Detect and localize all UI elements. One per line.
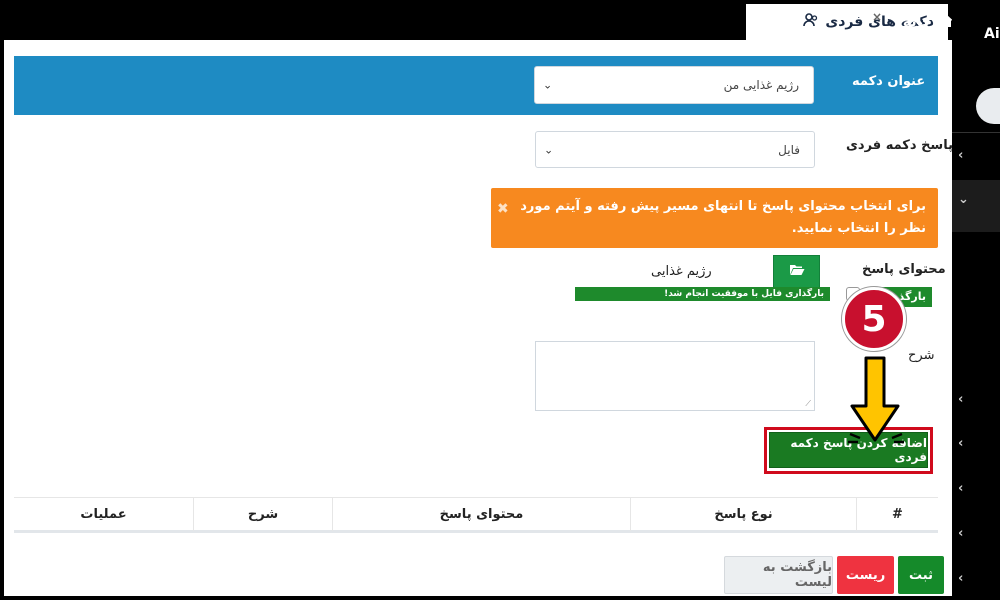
- chevron-left-icon[interactable]: ‹: [958, 392, 963, 407]
- chevron-down-icon: ⌄: [543, 78, 553, 92]
- table-header-description: شرح: [193, 498, 332, 531]
- chevron-left-icon[interactable]: ‹: [958, 526, 963, 541]
- table-header-actions: عملیات: [80, 507, 127, 522]
- down-arrow-icon: [848, 356, 904, 444]
- chevron-left-icon[interactable]: ‹: [958, 436, 963, 451]
- users-icon: [803, 13, 819, 31]
- alert-text: برای انتخاب محتوای پاسخ تا انتهای مسیر پ…: [520, 199, 926, 236]
- response-type-select[interactable]: فایل ⌄: [535, 131, 815, 168]
- table-header-content: محتوای پاسخ: [332, 498, 630, 531]
- title-select[interactable]: رژیم غذایی من ⌄: [534, 66, 814, 104]
- response-type-label: پاسخ دکمه فردی: [846, 138, 953, 153]
- save-button[interactable]: ثبت: [898, 556, 944, 594]
- content-label: محتوای پاسخ: [862, 262, 946, 277]
- sidebar-divider: [952, 132, 1000, 133]
- browse-folder-button[interactable]: [773, 255, 820, 288]
- reset-button[interactable]: ریست: [837, 556, 894, 594]
- tab-home[interactable]: خانه: [892, 4, 954, 40]
- tab-bar: دکمه های فردی × خانه: [0, 0, 1000, 40]
- table-header-index: #: [856, 498, 938, 531]
- response-type-value: فایل: [778, 142, 800, 157]
- upload-badge-text: بارگذ: [898, 290, 926, 303]
- upload-success-text: بارگذاری فایل با موفقیت انجام شد!: [664, 289, 824, 299]
- selected-file-name: رژیم غذایی: [651, 264, 712, 279]
- resize-grip-icon[interactable]: ⟋: [805, 399, 811, 409]
- alert-warning: برای انتخاب محتوای پاسخ تا انتهای مسیر پ…: [491, 188, 938, 248]
- chevron-left-icon[interactable]: ‹: [958, 148, 963, 163]
- chevron-down-icon[interactable]: ⌄: [958, 192, 969, 207]
- title-label: عنوان دکمه: [852, 74, 926, 89]
- responses-table: # نوع پاسخ محتوای پاسخ شرح عملیات: [14, 497, 938, 533]
- tab-home-label: خانه: [902, 14, 932, 30]
- close-icon[interactable]: ✖: [497, 198, 509, 220]
- description-textarea[interactable]: ⟋: [535, 341, 815, 411]
- upload-success-bar: بارگذاری فایل با موفقیت انجام شد!: [575, 287, 830, 301]
- table-header-type: نوع پاسخ: [630, 498, 856, 531]
- chevron-down-icon: ⌄: [544, 143, 554, 156]
- chevron-left-icon[interactable]: ‹: [958, 571, 963, 586]
- sidebar-partial-text: Ai: [984, 26, 1000, 42]
- folder-open-icon: [789, 263, 805, 280]
- back-to-list-button[interactable]: بازگشت به لیست: [724, 556, 833, 594]
- title-select-value: رژیم غذایی من: [723, 78, 799, 92]
- step-number-badge: 5: [842, 287, 906, 351]
- close-icon[interactable]: ×: [872, 10, 882, 24]
- chevron-left-icon[interactable]: ‹: [958, 481, 963, 496]
